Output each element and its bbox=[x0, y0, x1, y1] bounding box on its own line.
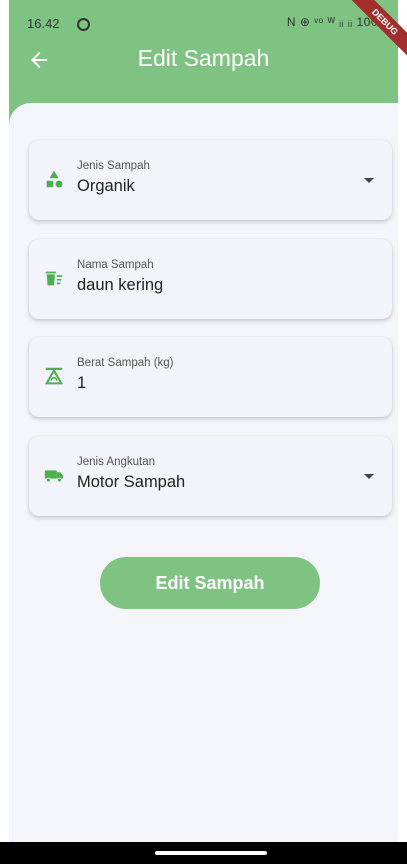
chevron-down-icon bbox=[364, 178, 374, 183]
status-time: 16.42 bbox=[27, 16, 60, 31]
edit-sampah-button[interactable]: Edit Sampah bbox=[100, 557, 320, 609]
scale-icon bbox=[44, 367, 64, 385]
jenis-sampah-dropdown[interactable]: Jenis Sampah Organik bbox=[29, 140, 392, 220]
chevron-down-icon bbox=[364, 474, 374, 479]
status-indicators: N ⊕ ᵛᵒ ᵂ ᵢᵢ ᵢᵢ 100 bbox=[286, 15, 378, 29]
home-indicator[interactable] bbox=[155, 851, 267, 855]
truck-icon bbox=[44, 470, 64, 483]
trash-list-icon bbox=[45, 271, 63, 286]
app-bar-curve bbox=[9, 103, 398, 143]
berat-sampah-field[interactable]: Berat Sampah (kg) 1 bbox=[29, 337, 392, 417]
system-nav-bar bbox=[0, 842, 407, 864]
nama-sampah-field[interactable]: Nama Sampah daun kering bbox=[29, 239, 392, 319]
jenis-angkutan-label: Jenis Angkutan bbox=[77, 456, 156, 468]
screen: 16.42 N ⊕ ᵛᵒ ᵂ ᵢᵢ ᵢᵢ 100 Edit Sampah Jen… bbox=[9, 0, 398, 864]
jenis-angkutan-value: Motor Sampah bbox=[77, 473, 186, 491]
jenis-sampah-label: Jenis Sampah bbox=[77, 160, 150, 172]
jenis-angkutan-dropdown[interactable]: Jenis Angkutan Motor Sampah bbox=[29, 436, 392, 516]
category-icon bbox=[46, 170, 63, 188]
nama-sampah-label: Nama Sampah bbox=[77, 259, 154, 271]
nama-sampah-value: daun kering bbox=[77, 276, 164, 294]
berat-sampah-label: Berat Sampah (kg) bbox=[77, 357, 174, 369]
frame-right bbox=[398, 0, 407, 864]
page-title: Edit Sampah bbox=[137, 45, 270, 71]
jenis-sampah-value: Organik bbox=[77, 177, 135, 195]
berat-sampah-value: 1 bbox=[77, 374, 87, 392]
frame-left bbox=[0, 0, 9, 864]
status-circle-icon bbox=[77, 18, 90, 31]
